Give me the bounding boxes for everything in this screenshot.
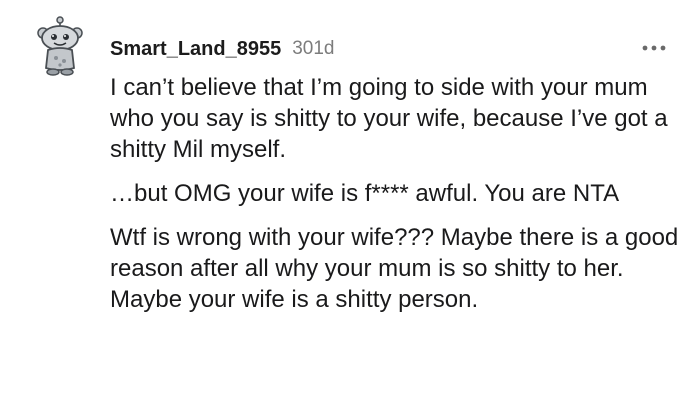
comment-header: Smart_Land_8955 301d — [110, 36, 334, 62]
comment-paragraph: …but OMG your wife is f**** awful. You a… — [110, 180, 620, 207]
comment-age: 301d — [292, 38, 335, 59]
comment-body: I can’t believe that I’m going to side w… — [110, 72, 680, 328]
more-options-icon — [642, 45, 666, 51]
comment-paragraph: I can’t believe that I’m going to side w… — [110, 74, 668, 163]
comment-paragraph: Wtf is wrong with your wife??? Maybe the… — [110, 224, 679, 313]
comment: Smart_Land_8955 301d I can’t believe tha… — [0, 0, 700, 419]
more-options-button[interactable] — [640, 40, 668, 56]
username[interactable]: Smart_Land_8955 — [110, 38, 281, 61]
snoo-avatar-icon — [37, 16, 83, 76]
avatar[interactable] — [36, 16, 84, 78]
